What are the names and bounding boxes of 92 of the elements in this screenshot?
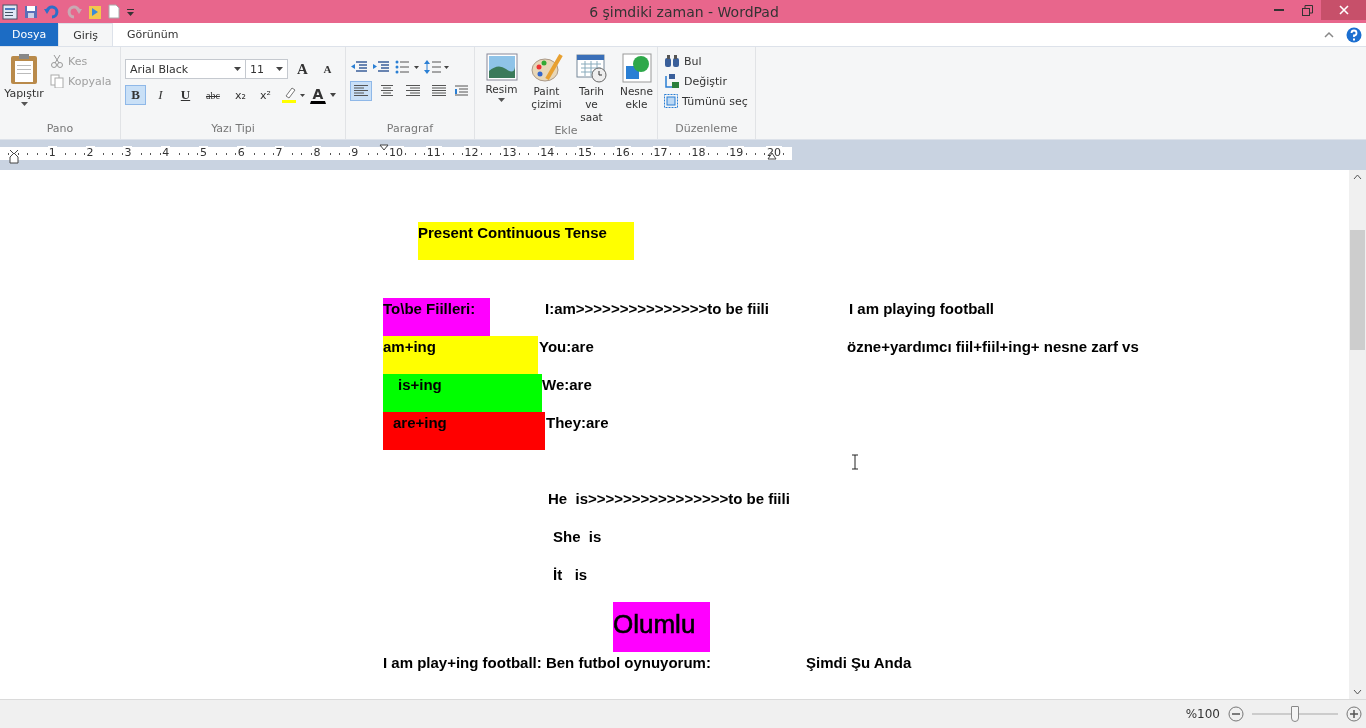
paragraph-icon[interactable] [454, 84, 470, 98]
grow-font-button[interactable]: A [292, 59, 313, 79]
document-text: İt is [553, 565, 589, 585]
bullet-list-icon[interactable] [394, 59, 420, 75]
clipboard-icon [9, 53, 39, 85]
palette-icon [530, 53, 563, 83]
font-size-field[interactable]: 11 [245, 59, 288, 79]
close-icon [1338, 5, 1349, 15]
new-document-icon[interactable] [108, 4, 120, 19]
picture-insert-button[interactable]: Resim [481, 47, 522, 124]
document-text: You:are [539, 337, 595, 357]
ribbon-tab[interactable]: Giriş [58, 23, 114, 46]
ribbon-tab[interactable]: Dosya [0, 23, 59, 46]
save-icon[interactable] [24, 4, 38, 19]
highlighted-text: are+ing [383, 412, 545, 450]
landscape-image-icon [485, 53, 518, 81]
font-color-button[interactable]: A [310, 86, 326, 104]
decrease-indent-icon[interactable] [350, 59, 368, 75]
collapse-ribbon-icon[interactable] [1324, 31, 1334, 38]
scrollbar-thumb[interactable] [1350, 230, 1365, 350]
italic-button[interactable]: I [150, 85, 171, 105]
group-label: Yazı Tipi [210, 122, 256, 137]
caret-icon [234, 67, 241, 71]
document-text: We:are [542, 375, 593, 395]
highlighted-text: is+ing [383, 374, 542, 412]
document-text: He is>>>>>>>>>>>>>>>>to be fiili [548, 489, 791, 509]
group-label: Düzenleme [674, 122, 739, 137]
ribbon-tab[interactable]: Görünüm [113, 23, 193, 46]
document-text: Şimdi Şu Anda [806, 653, 913, 673]
increase-indent-icon[interactable] [372, 59, 390, 75]
left-indent-marker-icon[interactable] [9, 150, 19, 164]
customize-menu-icon[interactable] [126, 6, 135, 17]
zoom-level: %100 [1185, 707, 1220, 721]
highlighted-text: Present Continuous Tense [418, 222, 634, 260]
text-cursor-icon [851, 454, 859, 470]
scissors-icon [50, 54, 64, 68]
replace-button[interactable]: Değiştir [662, 72, 751, 90]
group-label: Paragraf [385, 122, 435, 137]
close-button[interactable] [1321, 0, 1366, 20]
align-lines-icon [380, 85, 394, 97]
replace-icon [664, 73, 680, 89]
select-all-icon [664, 94, 678, 108]
sup-button[interactable]: x² [255, 85, 276, 105]
highlighted-text: To\be Fiilleri: [383, 298, 490, 336]
document-text: özne+yardımcı fiil+fiil+ing+ nesne zarf vs [847, 337, 1140, 357]
copy-icon [50, 74, 64, 88]
shapes-icon [621, 53, 652, 83]
sub-button[interactable]: x₂ [230, 85, 251, 105]
line-spacing-icon[interactable] [424, 59, 450, 75]
align-lines-icon [406, 85, 420, 97]
zoom-out-icon[interactable] [1228, 706, 1244, 722]
window-title: 6 şimdiki zaman - WordPad [588, 3, 780, 20]
align-lines-icon [432, 85, 446, 97]
group-label: Pano [45, 122, 75, 137]
caret-icon [20, 102, 28, 106]
vertical-scrollbar[interactable] [1349, 170, 1366, 699]
calendar-clock-icon [575, 53, 608, 83]
selectall-button[interactable]: Tümünü seç [662, 93, 751, 109]
highlighter-icon[interactable] [280, 86, 306, 104]
datetime-insert-button[interactable]: Tarih ve saat [571, 47, 612, 124]
document-text: She is [553, 527, 603, 547]
document-text: They:are [546, 413, 610, 433]
align-lines-icon [354, 85, 368, 97]
document-text: I:am>>>>>>>>>>>>>>>to be fiili [545, 299, 770, 319]
caret-icon [498, 98, 505, 102]
paste-button[interactable]: Yapıştır [0, 47, 48, 122]
app-icon[interactable] [2, 3, 18, 20]
align-left-button[interactable] [350, 81, 372, 101]
shrink-font-button[interactable]: A [317, 59, 338, 79]
highlighted-text: Olumlu [613, 602, 710, 652]
bold-button[interactable]: B [125, 85, 146, 105]
group-label: Ekle [553, 124, 579, 139]
document-text: I am play+ing football: Ben futbol oynuyorum: [383, 653, 712, 673]
zoom-slider-thumb[interactable] [1291, 706, 1299, 722]
restore-icon [1301, 4, 1313, 16]
help-icon[interactable] [1346, 26, 1362, 43]
caret-icon [276, 67, 283, 71]
font-family-field[interactable]: Arial Black [125, 59, 246, 79]
scroll-up-icon[interactable] [1353, 174, 1362, 180]
dropdown-arrow-icon[interactable] [330, 93, 336, 97]
zoom-in-icon[interactable] [1346, 706, 1362, 722]
find-button[interactable]: Bul [662, 53, 751, 69]
first-line-indent-marker-icon[interactable] [379, 144, 389, 151]
underline-button[interactable]: U [175, 85, 196, 105]
document-text: I am playing football [849, 299, 995, 319]
minimize-icon [1274, 9, 1284, 11]
scroll-down-icon[interactable] [1353, 689, 1362, 695]
object-insert-button[interactable]: Nesne ekle [616, 47, 657, 124]
strike-button[interactable]: abc [200, 85, 226, 105]
paint-insert-button[interactable]: Paint çizimi [526, 47, 567, 124]
highlighted-text: am+ing [383, 336, 538, 374]
binoculars-icon [664, 54, 680, 68]
